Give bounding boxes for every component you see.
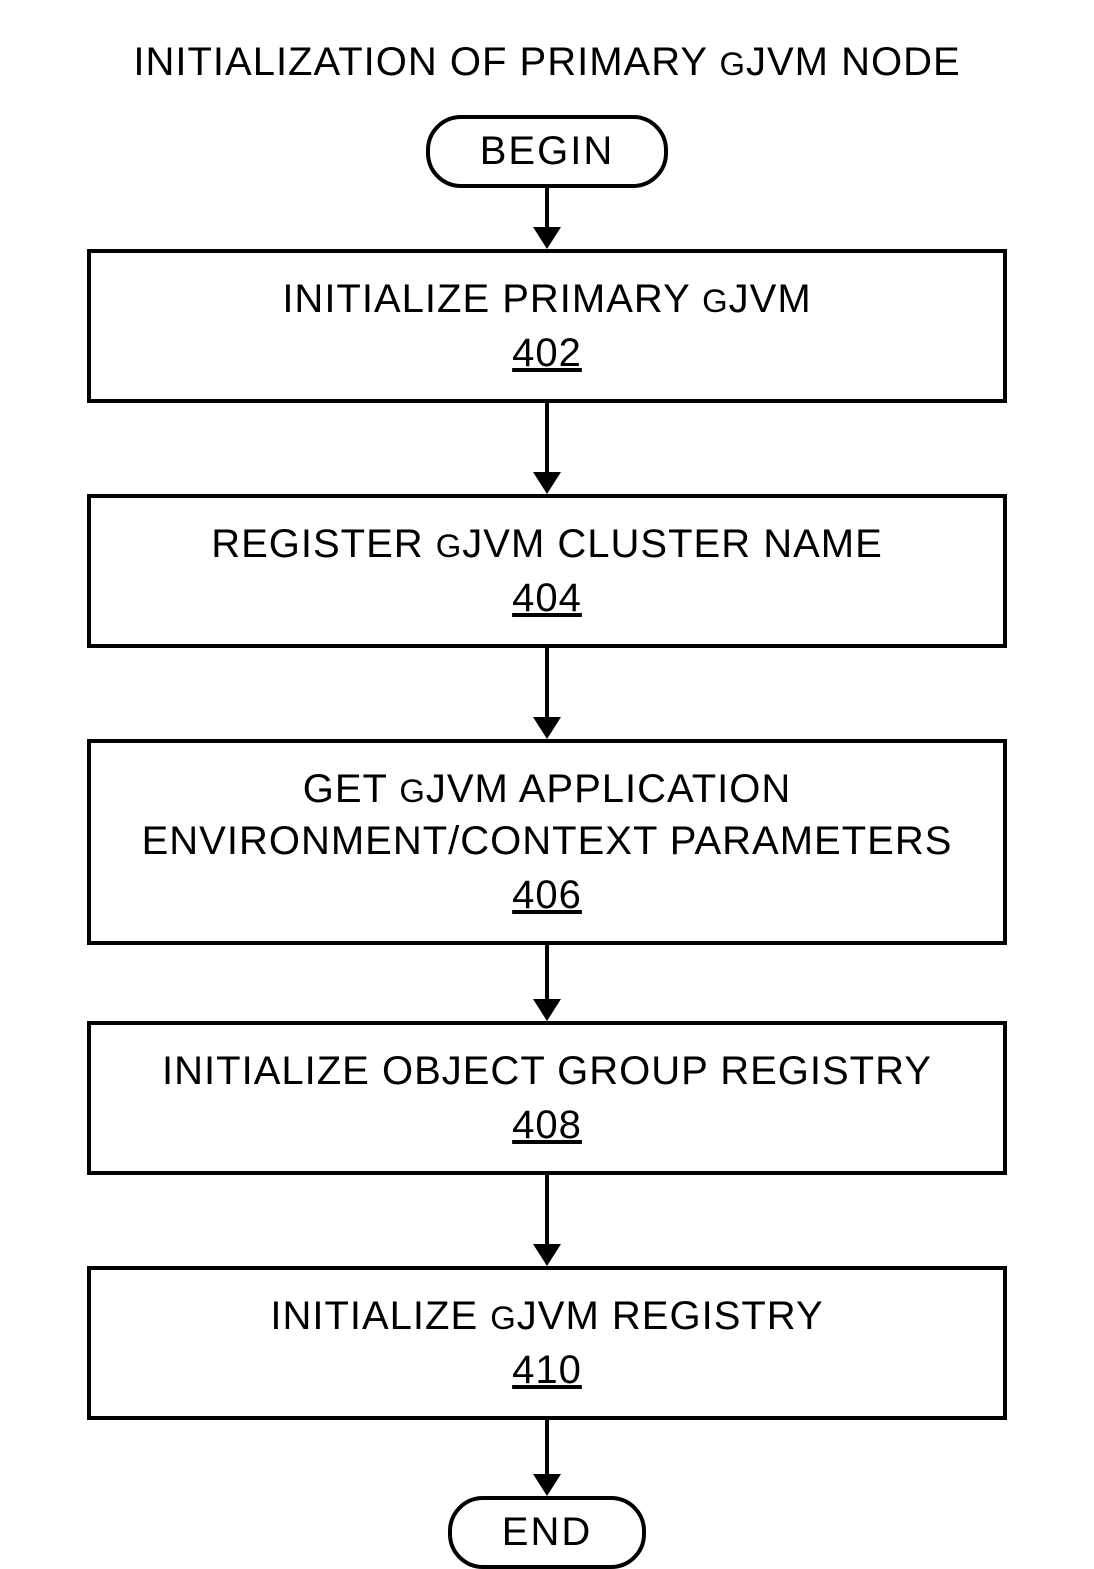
process-step-402: INITIALIZE PRIMARY GJVM 402 <box>87 249 1007 403</box>
flow-arrow <box>533 1420 561 1496</box>
step-ref: 408 <box>121 1099 973 1151</box>
step-ref: 404 <box>121 572 973 624</box>
step-ref: 402 <box>121 327 973 379</box>
step-ref: 406 <box>121 869 973 921</box>
flowchart: BEGIN INITIALIZE PRIMARY GJVM 402 REGIST… <box>60 115 1034 1569</box>
step-ref: 410 <box>121 1344 973 1396</box>
diagram-title: INITIALIZATION OF PRIMARY GJVM NODE <box>60 40 1034 85</box>
flow-arrow <box>533 1175 561 1266</box>
flow-arrow <box>533 945 561 1021</box>
process-step-408: INITIALIZE OBJECT GROUP REGISTRY 408 <box>87 1021 1007 1175</box>
terminator-begin: BEGIN <box>426 115 668 188</box>
flow-arrow <box>533 648 561 739</box>
process-step-410: INITIALIZE GJVM REGISTRY 410 <box>87 1266 1007 1420</box>
process-step-406: GET GJVM APPLICATION ENVIRONMENT/CONTEXT… <box>87 739 1007 945</box>
process-step-404: REGISTER GJVM CLUSTER NAME 404 <box>87 494 1007 648</box>
terminator-end: END <box>448 1496 646 1569</box>
flow-arrow <box>533 188 561 249</box>
flow-arrow <box>533 403 561 494</box>
